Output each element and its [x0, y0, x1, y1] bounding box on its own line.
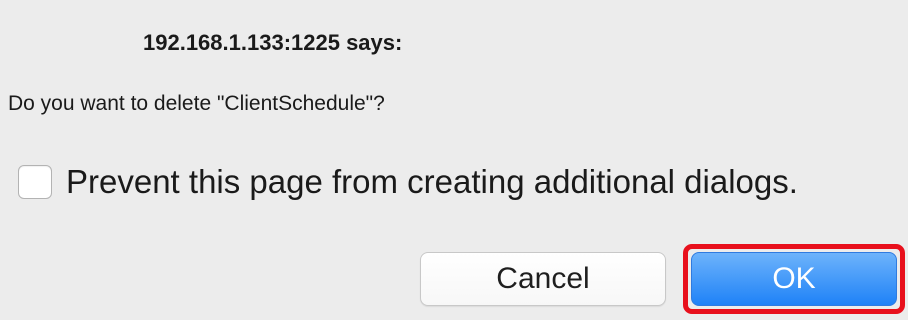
- prevent-dialogs-option[interactable]: Prevent this page from creating addition…: [18, 160, 798, 204]
- dialog-title: 192.168.1.133:1225 says:: [143, 30, 403, 55]
- prevent-dialogs-label[interactable]: Prevent this page from creating addition…: [66, 163, 798, 201]
- cancel-button[interactable]: Cancel: [420, 252, 666, 306]
- javascript-confirm-dialog: 192.168.1.133:1225 says: Do you want to …: [0, 0, 908, 320]
- dialog-message: Do you want to delete "ClientSchedule"?: [8, 92, 385, 115]
- prevent-dialogs-checkbox[interactable]: [18, 165, 52, 199]
- ok-button[interactable]: OK: [691, 252, 897, 306]
